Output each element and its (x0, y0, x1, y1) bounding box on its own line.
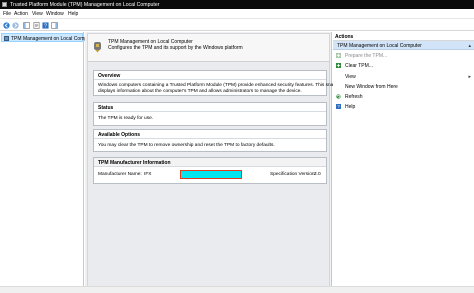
status-header[interactable]: Status (94, 103, 326, 112)
available-options-header[interactable]: Available Options (94, 130, 326, 139)
overview-line-1: Windows computers containing a Trusted P… (98, 83, 342, 88)
action-refresh[interactable]: Refresh (333, 92, 474, 102)
prepare-tpm-icon (336, 53, 341, 58)
tpm-node-icon (4, 35, 9, 41)
status-text: The TPM is ready for use. (98, 116, 154, 121)
overview-section: Overview Windows computers containing a … (93, 70, 341, 96)
manufacturer-name-value: IFX (144, 172, 152, 177)
title-bar: Trusted Platform Module (TPM) Management… (0, 0, 474, 9)
clear-tpm-icon (336, 63, 341, 68)
menu-action[interactable]: Action (14, 11, 28, 17)
snapin-header: TPM Management on Local Computer Configu… (88, 34, 329, 62)
forward-icon[interactable] (12, 22, 19, 29)
action-view[interactable]: View ▸ (333, 72, 474, 82)
actions-group-label: TPM Management on Local Computer (337, 42, 422, 49)
properties-icon[interactable] (33, 22, 40, 29)
collapse-arrow-icon[interactable]: ▴ (468, 43, 471, 49)
show-hide-tree-icon[interactable] (23, 22, 30, 29)
action-label: Clear TPM... (345, 62, 373, 69)
menu-view[interactable]: View (32, 11, 43, 17)
actions-title: Actions (335, 34, 354, 40)
manufacturer-name-label: Manufacturer Name: (98, 172, 142, 177)
action-label: New Window from Here (345, 83, 398, 90)
menu-file[interactable]: File (3, 11, 11, 17)
manufacturer-header[interactable]: TPM Manufacturer Information (94, 158, 326, 167)
actions-pane: Actions TPM Management on Local Computer… (333, 32, 474, 293)
manufacturer-section: TPM Manufacturer Information Manufacture… (93, 157, 327, 184)
submenu-arrow-icon: ▸ (468, 74, 471, 80)
snapin-content: TPM Management on Local Computer Configu… (87, 33, 341, 291)
action-new-window[interactable]: New Window from Here (333, 82, 474, 92)
overview-line-2: displays information about the computer'… (98, 89, 302, 94)
action-help[interactable]: ? Help (333, 102, 474, 112)
actions-group-header[interactable]: TPM Management on Local Computer ▴ (333, 41, 474, 50)
refresh-icon (336, 94, 341, 99)
status-bar (0, 286, 474, 293)
action-label: Help (345, 103, 356, 110)
menu-window[interactable]: Window (46, 11, 64, 17)
actions-header: Actions (333, 32, 474, 41)
status-section: Status The TPM is ready for use. (93, 102, 327, 126)
help-icon: ? (336, 104, 341, 109)
action-label: Refresh (345, 93, 363, 100)
spec-version-value: 2.0 (314, 172, 321, 177)
action-clear-tpm[interactable]: Clear TPM... (333, 61, 474, 71)
console-tree: TPM Management on Local Comp (0, 32, 87, 293)
status-title: Status (98, 104, 114, 111)
app-icon (2, 2, 7, 7)
action-label: Prepare the TPM... (345, 52, 388, 59)
available-options-title: Available Options (98, 131, 141, 138)
menu-bar: File Action View Window Help (0, 9, 474, 19)
menu-help[interactable]: Help (68, 11, 78, 17)
window-title: Trusted Platform Module (TPM) Management… (10, 1, 160, 8)
snapin-description: Configures the TPM and its support by th… (108, 45, 243, 51)
results-pane: TPM Management on Local Computer Configu… (85, 32, 341, 293)
tpm-chip-icon (94, 42, 101, 53)
toolbar: ? (0, 20, 474, 31)
action-prepare-tpm[interactable]: Prepare the TPM... (333, 51, 474, 61)
action-label: View (345, 73, 356, 80)
manufacturer-title: TPM Manufacturer Information (98, 159, 171, 166)
spec-version-label: Specification Version: (270, 172, 316, 177)
redacted-field (180, 170, 242, 179)
svg-text:?: ? (44, 24, 47, 29)
show-action-pane-icon[interactable] (51, 22, 58, 29)
overview-header[interactable]: Overview (94, 71, 326, 80)
back-icon[interactable] (3, 22, 10, 29)
tree-item-label: TPM Management on Local Comp (11, 35, 88, 42)
available-options-text: You may clear the TPM to remove ownershi… (98, 143, 275, 148)
available-options-section: Available Options You may clear the TPM … (93, 129, 327, 152)
overview-title: Overview (98, 72, 121, 79)
help-toolbar-icon[interactable]: ? (42, 22, 49, 29)
tree-item-tpm-management[interactable]: TPM Management on Local Comp (1, 33, 87, 42)
